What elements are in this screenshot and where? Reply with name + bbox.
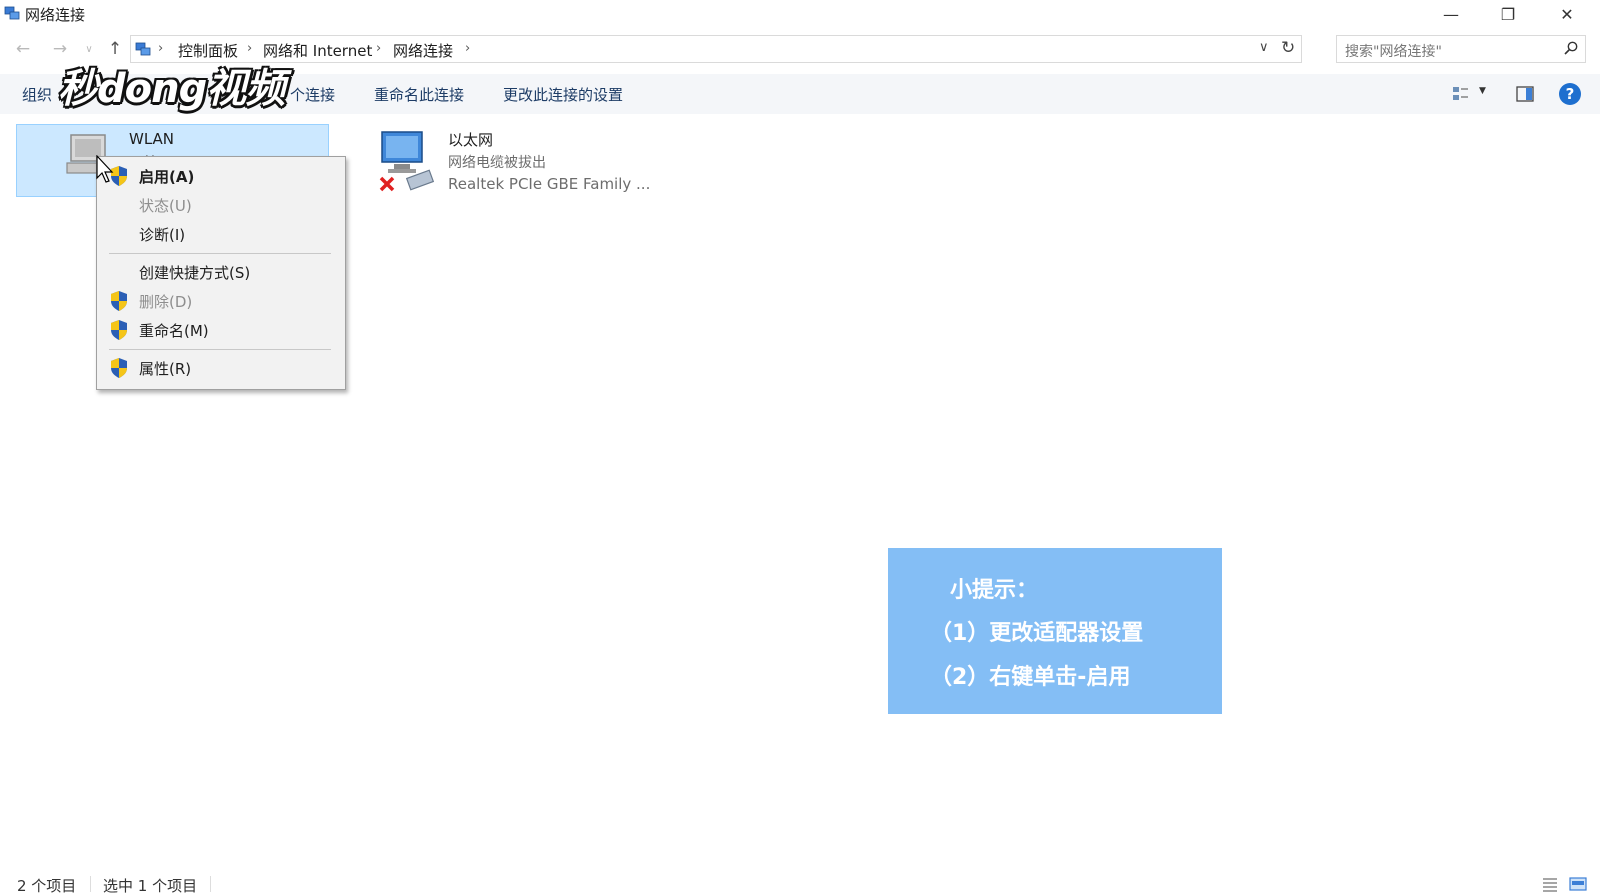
status-divider [210,876,211,892]
connection-item-ethernet[interactable]: 以太网 网络电缆被拔出 Realtek PCIe GBE Family ... [376,124,676,197]
menu-separator [109,253,331,254]
back-arrow-icon[interactable]: ← [12,38,34,60]
wlan-name: WLAN [129,130,175,148]
preview-pane-icon[interactable] [1515,84,1535,104]
search-input[interactable]: 搜索"网络连接" [1336,35,1586,63]
address-bar[interactable]: › 控制面板 › 网络和 Internet › 网络连接 › ∨ ↻ [130,35,1302,63]
change-settings-button[interactable]: 更改此连接的设置 [503,84,623,105]
menu-label-delete: 删除(D) [139,293,193,311]
large-icons-view-icon[interactable] [1569,875,1587,893]
mouse-cursor-icon [96,155,114,183]
tip-step-1: （1）更改适配器设置 [930,621,1144,646]
ethernet-status: 网络电缆被拔出 [448,155,546,171]
status-divider [90,876,91,892]
uac-shield-icon [111,320,127,340]
menu-label-rename: 重命名(M) [139,322,209,340]
network-connections-icon [4,6,20,20]
menu-label-diagnose: 诊断(I) [139,226,186,244]
minimize-button[interactable]: — [1428,0,1474,28]
tip-step-2: （2）右键单击-启用 [930,665,1131,690]
menu-item-properties[interactable]: 属性(R) [97,355,345,381]
breadcrumb-separator[interactable]: › [158,41,163,56]
title-bar: 网络连接 — ❐ ✕ [0,0,1600,28]
search-placeholder: 搜索"网络连接" [1345,44,1442,60]
ethernet-name: 以太网 [448,131,494,149]
context-menu: 启用(A) 状态(U) 诊断(I) 创建快捷方式(S) 删除(D) 重命名(M) [96,156,346,390]
disconnected-x-icon [379,176,395,192]
help-icon[interactable]: ? [1559,83,1581,105]
selection-count: 选中 1 个项目 [103,877,198,895]
tip-title: 小提示： [950,578,1039,603]
uac-shield-icon [111,358,127,378]
menu-label-properties: 属性(R) [139,360,192,378]
network-connections-icon [135,42,151,56]
ethernet-adapter-icon [379,131,435,192]
tip-overlay: 小提示： （1）更改适配器设置 （2）右键单击-启用 [888,548,1222,714]
details-view-icon[interactable] [1541,875,1559,893]
menu-item-diagnose[interactable]: 诊断(I) [97,221,345,247]
address-history-dropdown[interactable]: ∨ [1259,40,1269,55]
uac-shield-icon [111,291,127,311]
menu-label-status: 状态(U) [139,197,192,215]
breadcrumb-network-connections[interactable]: 网络连接 [393,40,453,61]
menu-item-delete[interactable]: 删除(D) [97,288,345,314]
breadcrumb-separator[interactable]: › [465,41,470,56]
menu-label-enable: 启用(A) [139,168,195,186]
breadcrumb-separator[interactable]: › [376,41,381,56]
ethernet-device: Realtek PCIe GBE Family ... [448,175,651,193]
menu-item-create-shortcut[interactable]: 创建快捷方式(S) [97,259,345,285]
refresh-icon[interactable]: ↻ [1281,38,1295,58]
view-dropdown-arrow[interactable]: ▼ [1479,86,1486,96]
rename-connection-button[interactable]: 重命名此连接 [374,84,464,105]
search-icon[interactable] [1563,40,1579,56]
watermark-logo: 秒dong视频 [58,66,285,112]
restore-button[interactable]: ❐ [1485,0,1531,28]
organize-button[interactable]: 组织 [22,84,52,105]
close-button[interactable]: ✕ [1544,0,1590,28]
status-bar: 2 个项目 选中 1 个项目 [0,872,1600,896]
breadcrumb-separator[interactable]: › [247,41,252,56]
item-count: 2 个项目 [17,877,77,895]
menu-item-status[interactable]: 状态(U) [97,192,345,218]
window-title: 网络连接 [25,6,86,24]
view-options-icon[interactable] [1451,84,1471,104]
menu-item-rename[interactable]: 重命名(M) [97,317,345,343]
menu-label-create-shortcut: 创建快捷方式(S) [139,264,251,282]
connect-button[interactable]: 个连接 [290,84,335,105]
menu-separator [109,349,331,350]
menu-item-enable[interactable]: 启用(A) [97,163,345,189]
